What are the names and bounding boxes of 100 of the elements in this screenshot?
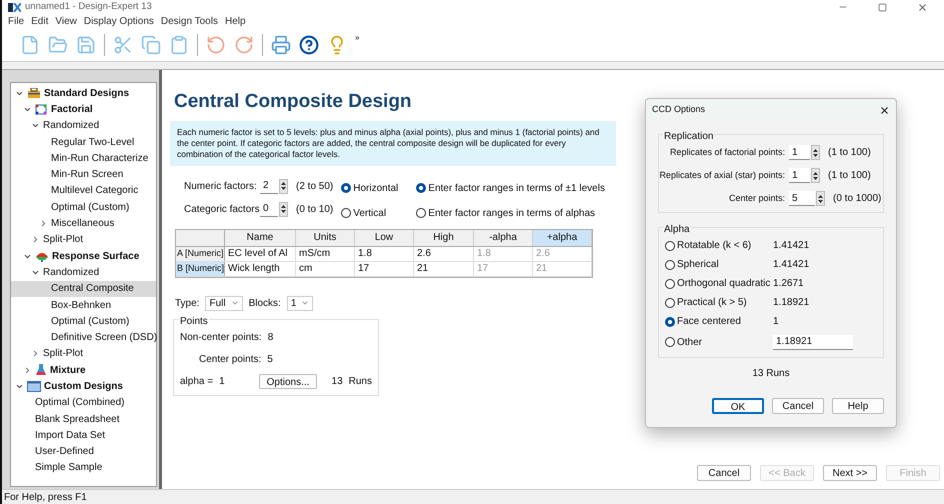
row-header[interactable]: A [Numeric] [176,246,225,260]
table-cell[interactable]: EC level of Al [225,246,296,260]
options-button[interactable]: Options... [258,374,318,388]
replicate-label: Replicates of axial (star) points: [659,168,785,182]
tree-label: Box-Behnken [51,298,112,312]
radio-button[interactable] [341,183,352,193]
tree-item[interactable]: Mixture [11,362,156,378]
dialog-button[interactable]: Help [832,398,884,414]
radio-button[interactable] [665,240,675,250]
radio-label: Orthogonal quadratic [677,277,770,291]
spin-buttons[interactable] [811,168,820,183]
alpha-value: 1.41421 [773,239,810,253]
description-text: Each numeric factor is set to 5 levels: plus and minus alpha (axial points), plus and minus 1 (factorial points) and the center point. If categoric factors are added, the central composite design will be duplicated for every combination of the categorical factor levels. [170,120,616,166]
tree-label: Regular Two-Level [51,136,134,150]
alpha-value: 1 [773,315,779,329]
table-cell[interactable]: cm [296,262,355,276]
tree-item[interactable]: Factorial [11,101,156,118]
tree-label: Randomized [43,266,100,280]
replicate-field[interactable]: 5 [789,191,815,206]
toolbox-icon [27,88,41,99]
tree-item[interactable]: Simple Sample [11,460,156,476]
column-header[interactable]: +alpha [533,230,592,246]
column-header[interactable]: Low [355,230,414,246]
toolbar-overflow[interactable]: » [355,32,360,44]
tree-item[interactable]: Box-Behnken [11,296,156,314]
table-cell[interactable]: 17 [355,262,414,276]
print-icon[interactable] [271,34,291,54]
tree-item[interactable]: Min-Run Characterize [11,150,156,166]
tree-item[interactable]: Split-Plot [11,232,156,248]
tree-label: Randomized [43,119,100,134]
menu-item[interactable]: Design Tools [160,14,218,28]
radio-button[interactable] [416,183,426,193]
wizard-button[interactable]: Cancel [697,465,751,481]
radio-label: Vertical [353,206,386,220]
table-cell[interactable]: mS/cm [296,246,355,260]
tree-item[interactable]: User-Defined [11,444,156,460]
replicate-field[interactable]: 1 [789,145,810,160]
replicate-field[interactable]: 1 [789,168,810,183]
tree-item[interactable]: Optimal (Combined) [11,394,156,411]
center-points-label: Center points: [199,352,262,366]
type-dropdown[interactable]: Full [205,296,243,310]
radio-label: Enter factor ranges in terms of ±1 levels [428,182,605,196]
alpha-value: 1 [219,374,225,388]
wizard-button[interactable]: Next >> [823,465,877,481]
menu-item[interactable]: Help [224,14,246,28]
menu-item[interactable]: Display Options [84,14,154,28]
tree-item[interactable]: Standard Designs [11,85,156,102]
tree-item[interactable]: Blank Spreadsheet [11,410,156,428]
tree-item[interactable]: Regular Two-Level [11,134,156,150]
radio-button[interactable] [341,208,352,218]
blocks-dropdown[interactable]: 1 [286,296,314,310]
maximize-icon[interactable] [878,2,887,12]
tree-label: Simple Sample [35,461,102,476]
dialog-button[interactable]: OK [712,398,764,414]
menu-item[interactable]: File [8,14,24,28]
tree-item[interactable]: Randomized [11,118,156,134]
tree-item[interactable]: Miscellaneous [11,215,156,232]
tree-item[interactable]: Response Surface [11,248,156,264]
menu-item[interactable]: Edit [31,14,48,28]
radio-button[interactable] [665,337,675,347]
tree-item[interactable]: Optimal (Custom) [11,199,156,216]
tree-label: Import Data Set [35,428,106,443]
table-cell[interactable]: Wick length [225,262,296,276]
table-cell[interactable]: 2.6 [414,246,474,260]
table-cell[interactable]: 1.8 [355,246,414,260]
radio-button[interactable] [665,316,675,326]
spin-buttons[interactable] [811,145,820,160]
range-hint: (1 to 100) [828,169,871,183]
row-header[interactable]: B [Numeric] [176,262,225,276]
close-icon[interactable] [879,104,890,116]
radio-button[interactable] [416,208,426,218]
radio-button[interactable] [665,260,675,270]
tree-label: Response Surface [52,250,140,264]
other-alpha-field[interactable]: 1.18921 [773,334,853,350]
tree-item[interactable]: Custom Designs [11,378,156,395]
help-icon[interactable] [299,34,319,54]
dialog-button[interactable]: Cancel [772,398,824,414]
tree-item[interactable]: Optimal (Custom) [11,313,156,330]
radio-button[interactable] [665,298,675,308]
tree-item[interactable]: Definitive Screen (DSD) [11,329,156,346]
tree-item[interactable]: Multilevel Categoric [11,182,156,200]
column-header[interactable]: Units [296,230,355,246]
tree-item[interactable]: Min-Run Screen [11,166,156,183]
menu-item[interactable]: View [55,14,77,28]
spin-buttons[interactable] [816,191,825,206]
dialog-title: CCD Options [652,103,706,116]
tree-item[interactable]: Import Data Set [11,427,156,444]
factor-count-field[interactable]: 2 [260,178,278,194]
tree-item[interactable]: Split-Plot [11,346,156,362]
table-cell[interactable]: 21 [414,262,474,276]
column-header[interactable]: High [414,230,474,246]
spin-buttons[interactable] [279,202,288,216]
tree-label: Split-Plot [43,347,84,362]
factor-count-field[interactable]: 0 [260,202,278,216]
column-header[interactable]: Name [225,230,296,246]
tree-label: User-Defined [35,445,94,460]
tree-item[interactable]: Central Composite [11,280,156,297]
spin-buttons[interactable] [279,178,288,194]
tree-item[interactable]: Randomized [11,264,156,281]
radio-button[interactable] [665,278,675,288]
